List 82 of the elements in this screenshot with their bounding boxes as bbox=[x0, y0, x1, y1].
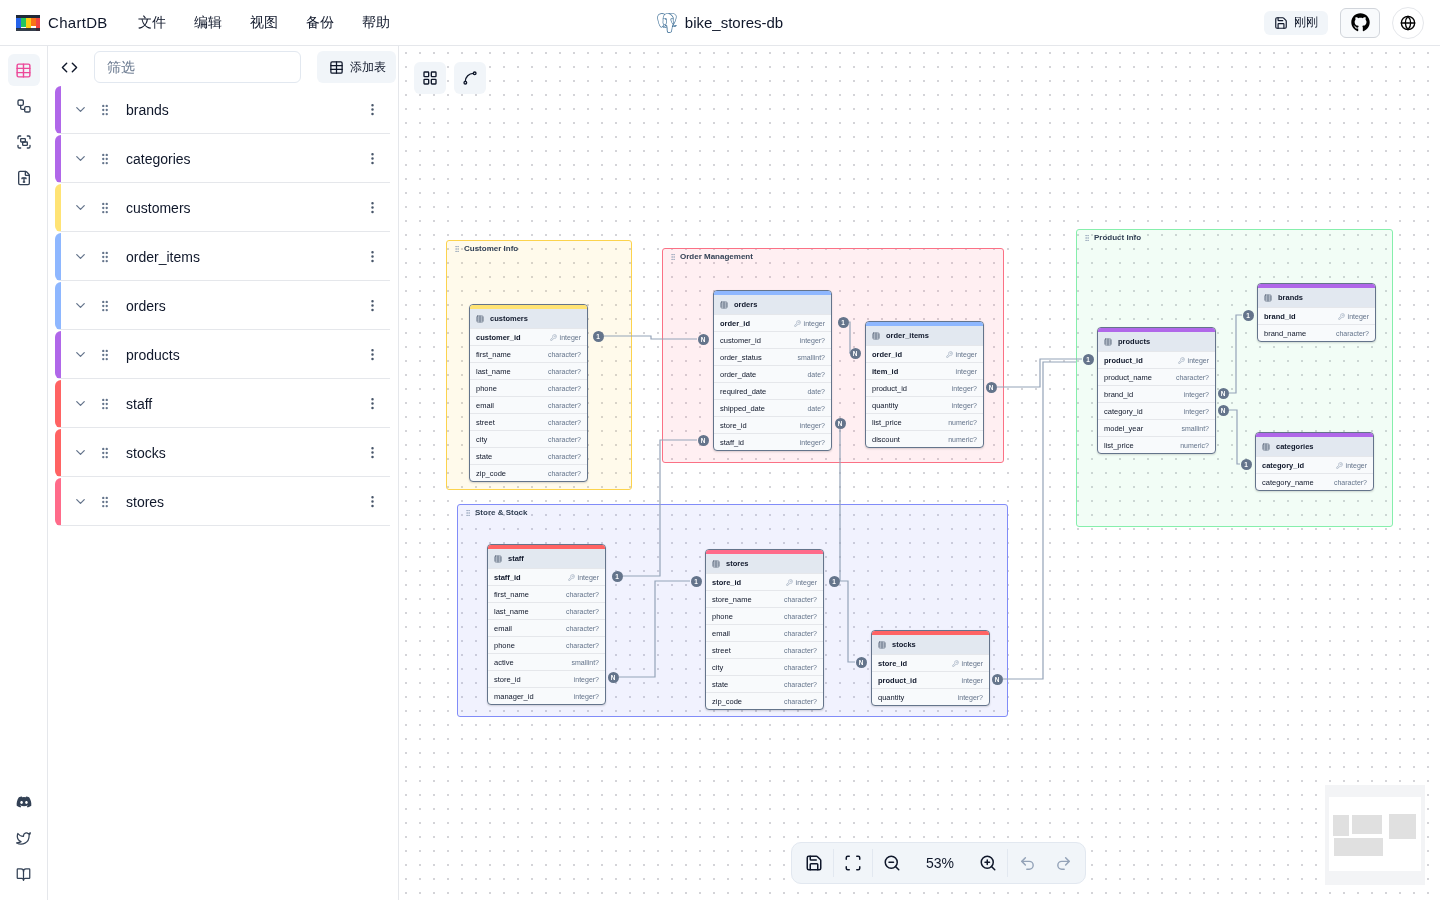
table-list-item[interactable]: categories bbox=[55, 135, 390, 183]
key-icon bbox=[549, 333, 557, 341]
table-icon bbox=[1262, 442, 1270, 451]
area-title: Customer Info bbox=[464, 244, 519, 253]
table-icon bbox=[1264, 293, 1272, 302]
table-name: stores bbox=[126, 493, 166, 510]
table-list-item[interactable]: brands bbox=[55, 86, 390, 134]
menu-item[interactable]: 文件 bbox=[127, 9, 176, 36]
table-name: customers bbox=[126, 199, 192, 216]
logo-icon bbox=[16, 14, 40, 31]
layout-button[interactable] bbox=[414, 62, 446, 94]
add-table-button[interactable]: 添加表 bbox=[317, 51, 396, 83]
zoom-level: 53% bbox=[925, 855, 955, 871]
relationship-line bbox=[848, 321, 851, 354]
drag-handle-icon[interactable] bbox=[453, 244, 461, 253]
save-icon bbox=[805, 854, 823, 872]
table-name: stocks bbox=[126, 444, 167, 461]
key-icon bbox=[567, 573, 575, 581]
save-icon bbox=[1274, 15, 1288, 30]
grid-icon bbox=[422, 70, 438, 86]
table-list-item[interactable]: customers bbox=[55, 184, 390, 232]
table-list-item[interactable]: orders bbox=[55, 282, 390, 330]
table-icon bbox=[1104, 337, 1112, 346]
save-status-button[interactable]: 刚刚 bbox=[1264, 10, 1328, 35]
area-title: Product Info bbox=[1094, 233, 1142, 242]
github-button[interactable] bbox=[1340, 7, 1380, 38]
database-icon bbox=[656, 12, 677, 33]
key-icon bbox=[945, 350, 953, 358]
key-icon bbox=[793, 319, 801, 327]
file-type-icon bbox=[15, 170, 32, 186]
table-list-item[interactable]: products bbox=[55, 331, 390, 379]
table-icon bbox=[15, 61, 32, 79]
table-name: order_items bbox=[126, 248, 201, 265]
menu-item[interactable]: 帮助 bbox=[351, 9, 400, 36]
table-name: products bbox=[126, 346, 181, 363]
drag-handle-icon[interactable] bbox=[1083, 233, 1091, 242]
drag-handle-icon[interactable] bbox=[464, 508, 472, 517]
key-icon bbox=[1335, 461, 1343, 469]
spline-icon bbox=[462, 70, 478, 86]
redo-icon bbox=[1054, 854, 1072, 872]
relationship-line bbox=[1228, 409, 1241, 465]
diagram-title[interactable]: bike_stores-db bbox=[684, 14, 784, 31]
table-icon bbox=[712, 559, 720, 568]
table-name: staff bbox=[126, 395, 154, 412]
table-icon bbox=[329, 59, 344, 75]
bird-icon bbox=[16, 830, 31, 846]
book-icon bbox=[16, 866, 31, 882]
menu-item[interactable]: 编辑 bbox=[183, 9, 232, 36]
key-icon bbox=[1177, 356, 1185, 364]
table-icon bbox=[878, 640, 886, 649]
github-icon bbox=[1350, 13, 1370, 32]
key-icon bbox=[1337, 312, 1345, 320]
table-icon bbox=[476, 314, 484, 323]
table-name: categories bbox=[126, 150, 192, 167]
area-title: Store & Stock bbox=[475, 508, 528, 517]
globe-icon bbox=[1400, 14, 1416, 31]
zoom-out-icon bbox=[883, 854, 901, 872]
key-icon bbox=[785, 578, 793, 586]
app-name: ChartDB bbox=[48, 14, 108, 31]
menu-item[interactable]: 视图 bbox=[239, 9, 288, 36]
relationship-icon bbox=[15, 98, 32, 114]
language-button[interactable] bbox=[1392, 6, 1424, 39]
undo-icon bbox=[1018, 854, 1036, 872]
table-name: brands bbox=[126, 101, 170, 118]
zoom-in-icon bbox=[979, 854, 997, 872]
drag-handle-icon[interactable] bbox=[669, 252, 677, 261]
area-icon bbox=[15, 134, 32, 150]
scan-icon bbox=[844, 854, 862, 872]
key-icon bbox=[951, 659, 959, 667]
table-icon bbox=[720, 300, 728, 309]
relationship-button[interactable] bbox=[454, 62, 486, 94]
table-list-item[interactable]: order_items bbox=[55, 233, 390, 281]
table-list-item[interactable]: staff bbox=[55, 380, 390, 428]
menu-item[interactable]: 备份 bbox=[295, 9, 344, 36]
area-title: Order Management bbox=[680, 252, 753, 261]
table-list-item[interactable]: stocks bbox=[55, 429, 390, 477]
table-icon bbox=[494, 554, 502, 563]
table-name: orders bbox=[126, 297, 167, 314]
table-icon bbox=[872, 331, 880, 340]
table-list-item[interactable]: stores bbox=[55, 478, 390, 526]
discord-icon bbox=[15, 794, 32, 810]
filter-field[interactable]: 筛选 bbox=[94, 51, 301, 83]
